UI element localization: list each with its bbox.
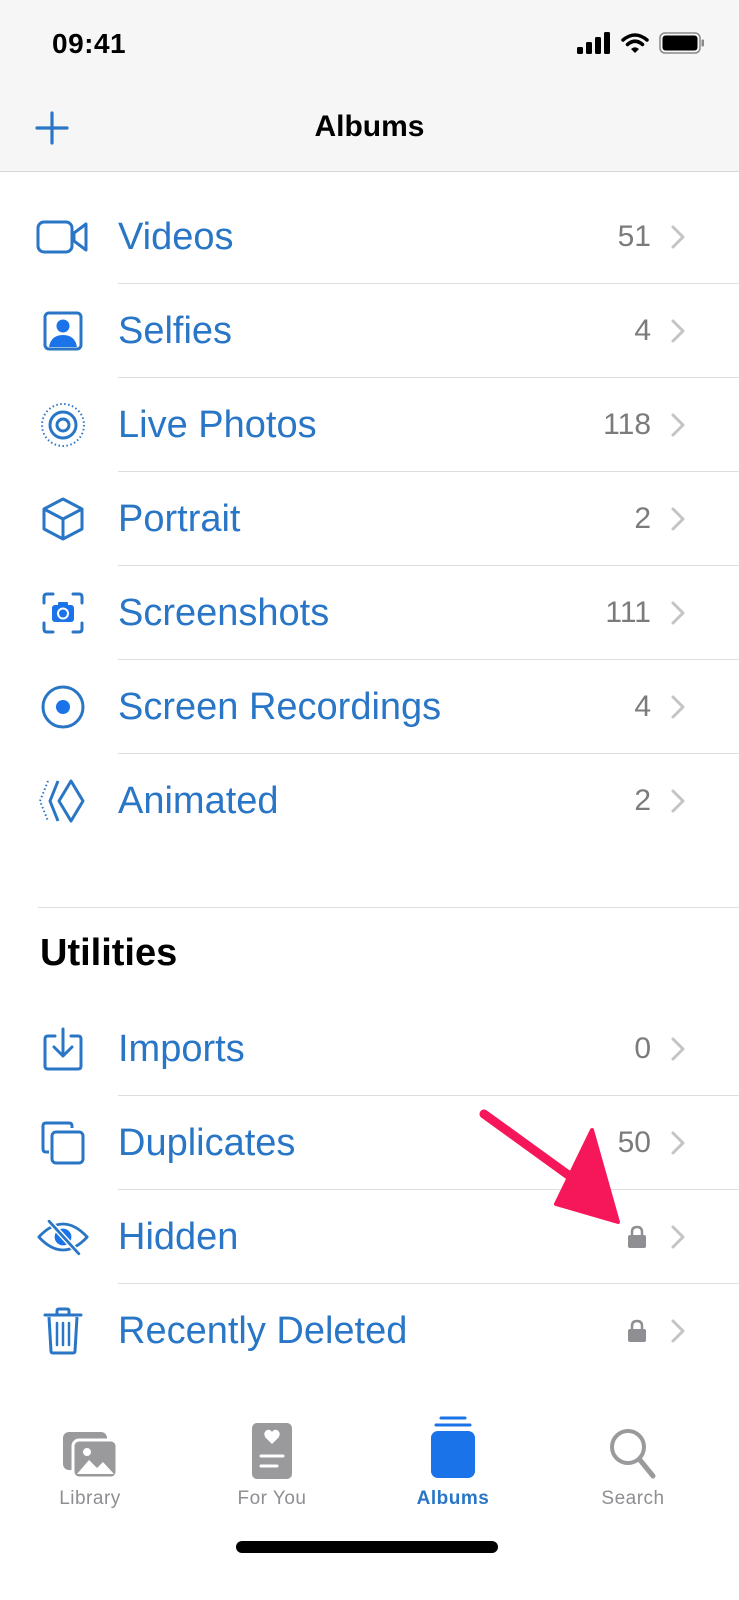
cellular-signal-icon (577, 32, 610, 54)
trash-icon (36, 1307, 90, 1355)
eye-slash-icon (36, 1214, 90, 1260)
chevron-right-icon (671, 695, 685, 719)
tab-bar: Library For You Albums Search (0, 1400, 739, 1600)
tab-albums[interactable]: Albums (378, 1416, 528, 1510)
album-count: 0 (634, 1032, 651, 1065)
album-label: Selfies (118, 309, 233, 352)
album-row-recently-deleted[interactable]: Recently Deleted (0, 1284, 739, 1378)
album-label: Duplicates (118, 1121, 296, 1164)
home-indicator[interactable] (236, 1541, 498, 1553)
tab-label: Albums (416, 1488, 490, 1509)
album-label: Screen Recordings (118, 685, 442, 728)
for-you-icon (197, 1420, 347, 1480)
selfie-icon (36, 308, 90, 354)
media-types-list: Videos 51 Selfies 4 Live Photos 118 Port… (0, 190, 739, 848)
chevron-right-icon (671, 413, 685, 437)
chevron-right-icon (671, 1037, 685, 1061)
chevron-right-icon (671, 507, 685, 531)
chevron-right-icon (671, 225, 685, 249)
album-label: Recently Deleted (118, 1309, 408, 1352)
chevron-right-icon (671, 1319, 685, 1343)
tab-label: For You (237, 1488, 307, 1509)
record-icon (36, 684, 90, 730)
video-icon (36, 214, 90, 260)
library-icon (15, 1420, 165, 1480)
screenshot-icon (36, 590, 90, 636)
battery-icon (659, 32, 704, 54)
top-bar: 09:41 Albums (0, 0, 739, 172)
tab-label: Search (601, 1488, 665, 1509)
wifi-icon (621, 33, 649, 53)
page-title: Albums (314, 110, 425, 143)
chevron-right-icon (671, 1225, 685, 1249)
albums-icon (378, 1416, 528, 1480)
album-count: 111 (605, 596, 651, 629)
status-time: 09:41 (52, 28, 127, 59)
status-icons (577, 32, 705, 54)
album-label: Portrait (118, 497, 241, 540)
album-count: 118 (603, 408, 651, 441)
album-label: Animated (118, 779, 279, 822)
lock-icon (628, 1225, 646, 1248)
album-count: 4 (634, 690, 651, 723)
tab-search[interactable]: Search (558, 1420, 708, 1510)
album-label: Live Photos (118, 403, 317, 446)
live-photo-icon (36, 402, 90, 448)
duplicate-icon (36, 1120, 90, 1166)
chevron-right-icon (671, 1131, 685, 1155)
album-row-screen-recordings[interactable]: Screen Recordings 4 (0, 660, 739, 754)
chevron-right-icon (671, 319, 685, 343)
album-label: Videos (118, 215, 234, 258)
album-row-videos[interactable]: Videos 51 (0, 190, 739, 284)
album-label: Hidden (118, 1215, 239, 1258)
album-count: 2 (634, 502, 651, 535)
animated-icon (36, 778, 90, 824)
cube-icon (36, 496, 90, 542)
album-row-animated[interactable]: Animated 2 (0, 754, 739, 848)
album-row-portrait[interactable]: Portrait 2 (0, 472, 739, 566)
tab-label: Library (59, 1488, 121, 1509)
album-row-screenshots[interactable]: Screenshots 111 (0, 566, 739, 660)
chevron-right-icon (671, 601, 685, 625)
search-icon (558, 1420, 708, 1480)
tab-for-you[interactable]: For You (197, 1420, 347, 1510)
chevron-right-icon (671, 789, 685, 813)
import-icon (36, 1026, 90, 1072)
album-label: Screenshots (118, 591, 330, 634)
section-divider (38, 907, 739, 908)
album-count: 2 (634, 784, 651, 817)
album-count: 51 (617, 220, 651, 253)
tab-library[interactable]: Library (15, 1420, 165, 1510)
album-row-live-photos[interactable]: Live Photos 118 (0, 378, 739, 472)
album-row-imports[interactable]: Imports 0 (0, 1002, 739, 1096)
album-count: 4 (634, 314, 651, 347)
lock-icon (628, 1319, 646, 1342)
album-row-selfies[interactable]: Selfies 4 (0, 284, 739, 378)
album-label: Imports (118, 1027, 245, 1070)
annotation-arrow-icon (479, 1109, 620, 1224)
section-title-utilities: Utilities (40, 932, 178, 974)
